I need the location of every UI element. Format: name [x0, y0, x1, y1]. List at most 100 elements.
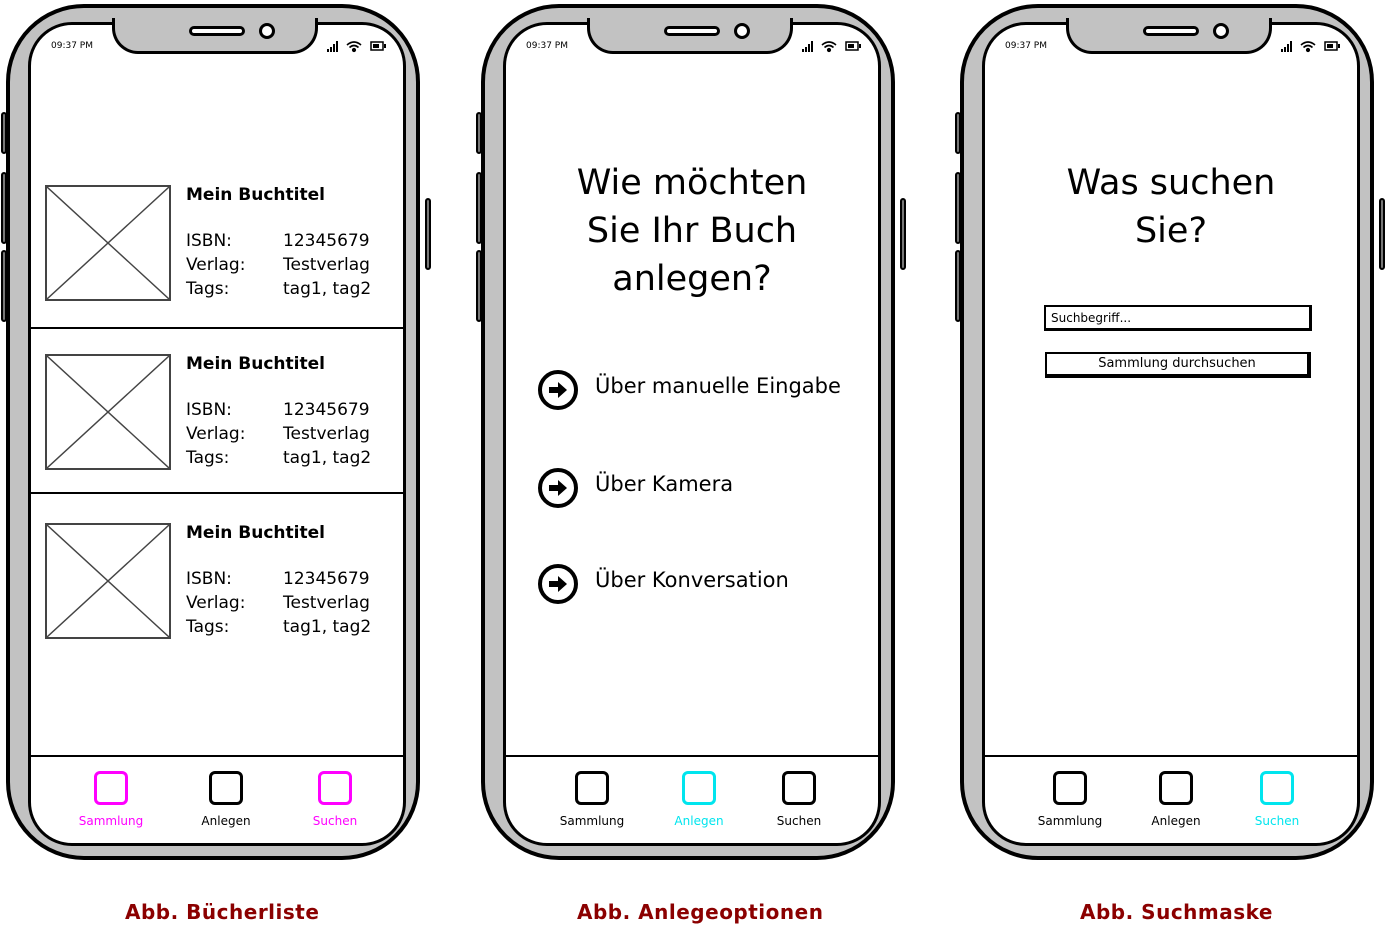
tab-label: Sammlung — [1037, 814, 1103, 828]
tab-label: Suchen — [312, 814, 358, 828]
tab-label: Suchen — [776, 814, 822, 828]
title-line: Sie Ihr Buch — [586, 211, 798, 251]
caption-search: Abb. Suchmaske — [1080, 900, 1273, 924]
status-time: 09:37 PM — [526, 41, 568, 51]
publisher-value: Testverlag — [283, 255, 370, 275]
tab-sammlung[interactable]: Sammlung — [71, 771, 151, 828]
search-tab-icon — [318, 771, 352, 805]
book-cover-placeholder-icon — [45, 354, 171, 470]
phone-mockup-book-list: 09:37 PM Mein Buchtitel ISBN: 12345679 V… — [0, 0, 432, 870]
tab-label: Anlegen — [201, 814, 251, 828]
arrow-right-circle-icon — [538, 564, 578, 604]
title-line: Wie möchten — [576, 163, 808, 203]
tab-anlegen[interactable]: Anlegen — [1136, 771, 1216, 828]
list-item[interactable]: Mein Buchtitel ISBN: 12345679 Verlag: Te… — [31, 185, 403, 349]
caption-add-options: Abb. Anlegeoptionen — [577, 900, 824, 924]
wifi-icon — [821, 41, 837, 53]
book-title: Mein Buchtitel — [186, 185, 325, 205]
book-cover-placeholder-icon — [45, 523, 171, 639]
tags-label: Tags: — [186, 617, 230, 637]
tab-suchen[interactable]: Suchen — [1237, 771, 1317, 828]
collection-tab-icon — [1053, 771, 1087, 805]
page-title: Was suchen Sie? — [985, 159, 1357, 255]
isbn-value: 12345679 — [283, 231, 370, 251]
side-button — [476, 112, 482, 154]
tags-value: tag1, tag2 — [283, 279, 372, 299]
side-button — [1379, 198, 1385, 270]
battery-icon — [1324, 41, 1340, 51]
status-time: 09:37 PM — [1005, 41, 1047, 51]
signal-icon — [327, 41, 338, 52]
tags-value: tag1, tag2 — [283, 617, 372, 637]
phone-screen: 09:37 PM Was suchen Sie? Sammlung durchs… — [982, 22, 1360, 846]
isbn-value: 12345679 — [283, 400, 370, 420]
search-input[interactable] — [1044, 305, 1312, 331]
collection-tab-icon — [575, 771, 609, 805]
side-button — [476, 172, 482, 244]
tab-suchen[interactable]: Suchen — [295, 771, 375, 828]
phone-notch — [1066, 18, 1272, 54]
publisher-value: Testverlag — [283, 424, 370, 444]
option-label: Über Kamera — [595, 472, 734, 496]
divider — [31, 327, 403, 329]
isbn-label: ISBN: — [186, 400, 232, 420]
speaker-icon — [1143, 26, 1199, 36]
phone-notch — [587, 18, 793, 54]
phone-screen: 09:37 PM Mein Buchtitel ISBN: 12345679 V… — [28, 22, 406, 846]
isbn-label: ISBN: — [186, 231, 232, 251]
battery-icon — [845, 41, 861, 51]
tags-label: Tags: — [186, 279, 230, 299]
divider — [31, 492, 403, 494]
speaker-icon — [664, 26, 720, 36]
list-item[interactable]: Mein Buchtitel ISBN: 12345679 Verlag: Te… — [31, 523, 403, 687]
side-button — [900, 198, 906, 270]
tab-label: Suchen — [1254, 814, 1300, 828]
tags-label: Tags: — [186, 448, 230, 468]
phone-screen: 09:37 PM Wie möchten Sie Ihr Buch anlege… — [503, 22, 881, 846]
wifi-icon — [1300, 41, 1316, 53]
collection-tab-icon — [94, 771, 128, 805]
tab-bar: Sammlung Anlegen Suchen — [985, 755, 1357, 843]
tab-anlegen[interactable]: Anlegen — [186, 771, 266, 828]
camera-icon — [734, 23, 750, 39]
add-tab-icon — [209, 771, 243, 805]
tab-bar: Sammlung Anlegen Suchen — [506, 755, 878, 843]
signal-icon — [1281, 41, 1292, 52]
publisher-label: Verlag: — [186, 424, 246, 444]
speaker-icon — [189, 26, 245, 36]
title-line: Was suchen — [1066, 163, 1276, 203]
book-title: Mein Buchtitel — [186, 354, 325, 374]
phone-mockup-search: 09:37 PM Was suchen Sie? Sammlung durchs… — [954, 0, 1386, 870]
side-button — [955, 250, 961, 322]
phone-notch — [112, 18, 318, 54]
battery-icon — [370, 41, 386, 51]
tab-label: Anlegen — [674, 814, 724, 828]
tab-suchen[interactable]: Suchen — [759, 771, 839, 828]
search-tab-icon — [782, 771, 816, 805]
search-collection-button[interactable]: Sammlung durchsuchen — [1045, 352, 1311, 378]
side-button — [1, 112, 7, 154]
signal-icon — [802, 41, 813, 52]
camera-icon — [1213, 23, 1229, 39]
isbn-label: ISBN: — [186, 569, 232, 589]
book-cover-placeholder-icon — [45, 185, 171, 301]
side-button — [476, 250, 482, 322]
phone-mockup-add-options: 09:37 PM Wie möchten Sie Ihr Buch anlege… — [475, 0, 907, 870]
tab-sammlung[interactable]: Sammlung — [552, 771, 632, 828]
publisher-label: Verlag: — [186, 593, 246, 613]
tab-anlegen[interactable]: Anlegen — [659, 771, 739, 828]
publisher-label: Verlag: — [186, 255, 246, 275]
add-tab-icon — [1159, 771, 1193, 805]
tab-bar: Sammlung Anlegen Suchen — [31, 755, 403, 843]
status-icons — [802, 41, 861, 53]
publisher-value: Testverlag — [283, 593, 370, 613]
page-title: Wie möchten Sie Ihr Buch anlegen? — [506, 159, 878, 303]
tab-label: Sammlung — [78, 814, 144, 828]
tab-sammlung[interactable]: Sammlung — [1030, 771, 1110, 828]
caption-book-list: Abb. Bücherliste — [125, 900, 320, 924]
tab-label: Anlegen — [1151, 814, 1201, 828]
arrow-right-circle-icon — [538, 468, 578, 508]
search-tab-icon — [1260, 771, 1294, 805]
option-label: Über Konversation — [595, 568, 789, 592]
side-button — [1, 250, 7, 322]
